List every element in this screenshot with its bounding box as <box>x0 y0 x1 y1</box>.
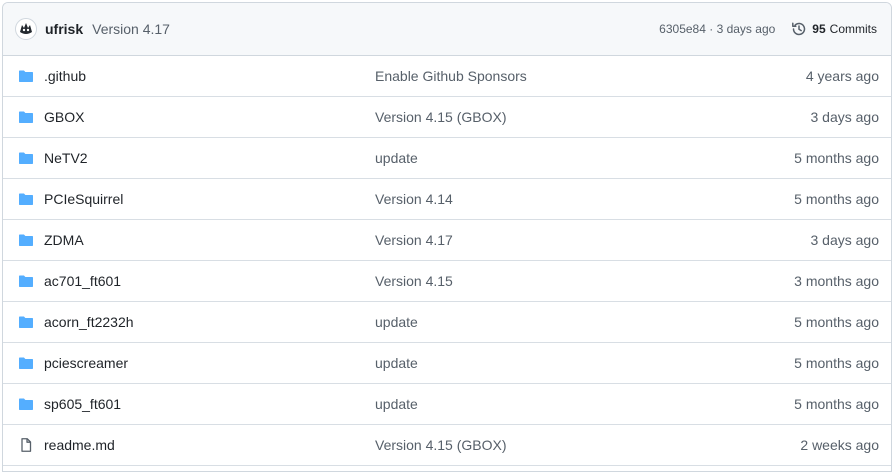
file-commit-message[interactable]: Version 4.15 (GBOX) <box>375 437 507 453</box>
file-row[interactable]: .github Enable Github Sponsors 4 years ago <box>3 56 891 97</box>
file-name-link[interactable]: PCIeSquirrel <box>44 191 374 207</box>
file-commit-message[interactable]: update <box>375 355 418 371</box>
folder-icon <box>18 68 34 84</box>
folder-icon <box>18 232 34 248</box>
commit-author-link[interactable]: ufrisk <box>45 21 83 37</box>
file-commit-age: 5 months ago <box>794 314 879 330</box>
history-icon <box>792 22 806 36</box>
commit-count: 95 <box>812 22 826 36</box>
file-commit-message[interactable]: update <box>375 396 418 412</box>
file-commit-message[interactable]: Enable Github Sponsors <box>375 68 527 84</box>
folder-icon <box>18 355 34 371</box>
file-commit-message[interactable]: update <box>375 150 418 166</box>
folder-icon <box>18 396 34 412</box>
file-row[interactable]: ac701_ft601 Version 4.15 3 months ago <box>3 261 891 302</box>
folder-icon <box>18 150 34 166</box>
commit-sha-info[interactable]: 6305e84 · 3 days ago <box>659 22 775 36</box>
file-row[interactable]: readme.md Version 4.15 (GBOX) 2 weeks ago <box>3 425 891 466</box>
file-name-link[interactable]: .github <box>44 68 374 84</box>
file-commit-message[interactable]: Version 4.17 <box>375 232 453 248</box>
file-commit-age: 3 months ago <box>794 273 879 289</box>
file-commit-age: 5 months ago <box>794 191 879 207</box>
file-commit-age: 5 months ago <box>794 355 879 371</box>
commit-message-link[interactable]: Version 4.17 <box>92 21 170 37</box>
file-name-link[interactable]: sp605_ft601 <box>44 396 374 412</box>
file-name-link[interactable]: pciescreamer <box>44 355 374 371</box>
file-name-link[interactable]: ac701_ft601 <box>44 273 374 289</box>
file-name-link[interactable]: acorn_ft2232h <box>44 314 374 330</box>
commits-label: Commits <box>829 22 877 36</box>
file-row[interactable]: sp605_ft601 update 5 months ago <box>3 384 891 425</box>
folder-icon <box>18 314 34 330</box>
avatar[interactable] <box>15 18 37 40</box>
file-name-link[interactable]: NeTV2 <box>44 150 374 166</box>
file-commit-message[interactable]: Version 4.15 <box>375 273 453 289</box>
file-commit-age: 5 months ago <box>794 396 879 412</box>
sha-separator: · <box>709 22 714 36</box>
folder-icon <box>18 109 34 125</box>
file-row[interactable]: NeTV2 update 5 months ago <box>3 138 891 179</box>
folder-icon <box>18 191 34 207</box>
file-commit-message[interactable]: Version 4.14 <box>375 191 453 207</box>
avatar-icon <box>18 21 34 37</box>
file-row[interactable]: pciescreamer update 5 months ago <box>3 343 891 384</box>
file-name-link[interactable]: GBOX <box>44 109 374 125</box>
file-row[interactable]: ZDMA Version 4.17 3 days ago <box>3 220 891 261</box>
file-commit-age: 4 years ago <box>805 68 879 84</box>
file-commit-age: 3 days ago <box>810 109 880 125</box>
folder-icon <box>18 273 34 289</box>
file-icon <box>18 437 34 453</box>
file-list: .github Enable Github Sponsors 4 years ago… <box>3 56 891 466</box>
file-commit-age: 3 days ago <box>810 232 880 248</box>
file-name-link[interactable]: readme.md <box>44 437 374 453</box>
latest-commit-bar: ufrisk Version 4.17 6305e84 · 3 days ago… <box>3 3 891 56</box>
file-commit-message[interactable]: update <box>375 314 418 330</box>
file-row[interactable]: PCIeSquirrel Version 4.14 5 months ago <box>3 179 891 220</box>
file-row[interactable]: GBOX Version 4.15 (GBOX) 3 days ago <box>3 97 891 138</box>
commit-sha[interactable]: 6305e84 <box>659 22 706 36</box>
file-commit-message[interactable]: Version 4.15 (GBOX) <box>375 109 507 125</box>
commits-link[interactable]: 95 Commits <box>791 21 877 37</box>
commit-age: 3 days ago <box>716 22 776 36</box>
file-browser: ufrisk Version 4.17 6305e84 · 3 days ago… <box>2 2 892 472</box>
file-commit-age: 5 months ago <box>794 150 879 166</box>
file-name-link[interactable]: ZDMA <box>44 232 374 248</box>
file-row[interactable]: acorn_ft2232h update 5 months ago <box>3 302 891 343</box>
file-commit-age: 2 weeks ago <box>800 437 879 453</box>
